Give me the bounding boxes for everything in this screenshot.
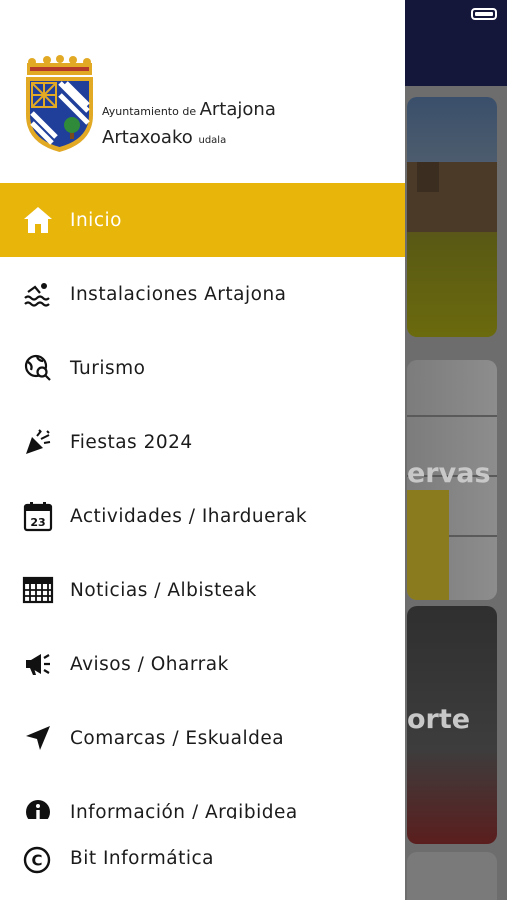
card-label: ervas xyxy=(407,458,491,489)
menu-item-instalaciones[interactable]: Instalaciones Artajona xyxy=(0,257,405,331)
menu-item-label: Turismo xyxy=(70,357,146,379)
menu-item-inicio[interactable]: Inicio xyxy=(0,183,405,257)
copyright-icon: C xyxy=(23,846,51,874)
navigation-drawer: Ayuntamiento de Artajona Artaxoako udala… xyxy=(0,0,405,900)
menu-item-label: Avisos / Oharrak xyxy=(70,653,229,675)
footer-label: Bit Informática xyxy=(70,848,215,869)
coat-of-arms-logo xyxy=(26,55,93,152)
megaphone-icon xyxy=(22,648,54,680)
org-name-basque: Artaxoako xyxy=(102,127,193,148)
battery-icon xyxy=(471,8,497,20)
org-title-line1: Ayuntamiento de Artajona xyxy=(102,99,276,120)
org-prefix: Ayuntamiento de xyxy=(102,105,197,118)
drawer-header: Ayuntamiento de Artajona Artaxoako udala xyxy=(0,0,405,183)
menu-item-comarcas[interactable]: Comarcas / Eskualdea xyxy=(0,701,405,775)
globe-search-icon xyxy=(22,352,54,384)
menu-item-label: Noticias / Albisteak xyxy=(70,579,257,601)
info-icon xyxy=(22,796,54,819)
card-transporte[interactable]: orte xyxy=(407,606,497,844)
newspaper-icon xyxy=(22,574,54,606)
menu-item-label: Fiestas 2024 xyxy=(70,431,193,453)
menu-item-turismo[interactable]: Turismo xyxy=(0,331,405,405)
card-castle[interactable] xyxy=(407,97,497,337)
menu-item-noticias[interactable]: Noticias / Albisteak xyxy=(0,553,405,627)
org-name: Artajona xyxy=(199,99,276,120)
swimming-icon xyxy=(22,278,54,310)
app-header xyxy=(405,0,507,86)
calendar-icon: 23 xyxy=(22,500,54,532)
menu-item-actividades[interactable]: 23 Actividades / Iharduerak xyxy=(0,479,405,553)
org-suffix-basque: udala xyxy=(198,135,227,146)
menu-scroll-area[interactable]: Inicio Instalaciones Artajona Turismo Fi… xyxy=(0,183,405,819)
home-icon xyxy=(22,204,54,236)
menu-item-informacion[interactable]: Información / Argibidea xyxy=(0,775,405,819)
card-label: orte xyxy=(407,704,471,735)
castle-tower-image xyxy=(417,162,439,192)
menu-item-label: Inicio xyxy=(70,209,122,231)
menu-item-label: Actividades / Iharduerak xyxy=(70,505,308,527)
party-popper-icon xyxy=(22,426,54,458)
card-partial[interactable] xyxy=(407,852,497,900)
menu-item-label: Comarcas / Eskualdea xyxy=(70,727,285,749)
svg-text:C: C xyxy=(31,852,42,870)
menu-list: Inicio Instalaciones Artajona Turismo Fi… xyxy=(0,183,405,819)
background-app: ervas orte xyxy=(405,0,507,900)
card-reservas[interactable]: ervas xyxy=(407,360,497,600)
navigation-arrow-icon xyxy=(22,722,54,754)
footer-credit[interactable]: C Bit Informática xyxy=(0,830,405,890)
org-title-line2: Artaxoako udala xyxy=(102,127,226,148)
calendar-day: 23 xyxy=(30,516,45,529)
menu-item-avisos[interactable]: Avisos / Oharrak xyxy=(0,627,405,701)
menu-item-label: Instalaciones Artajona xyxy=(70,283,287,305)
menu-item-label: Información / Argibidea xyxy=(70,801,298,820)
menu-item-fiestas[interactable]: Fiestas 2024 xyxy=(0,405,405,479)
yellow-locker xyxy=(407,490,449,600)
